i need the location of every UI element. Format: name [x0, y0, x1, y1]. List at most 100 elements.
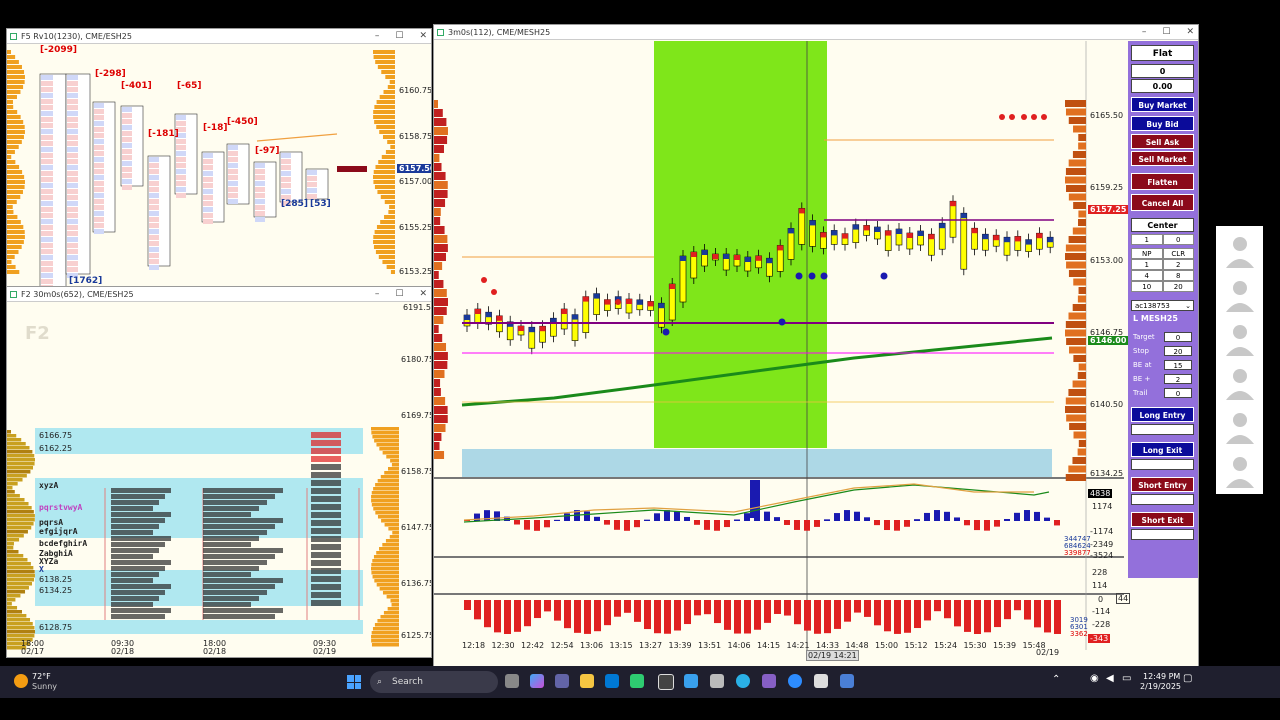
mail-icon[interactable] — [710, 674, 724, 688]
teams-icon[interactable] — [555, 674, 569, 688]
qty-preset-button[interactable]: 2 — [1162, 259, 1194, 270]
titlebar-top-left[interactable]: F5 Rv10(1230), CME/ESH25 – ☐ ✕ — [7, 29, 431, 44]
tpo-block — [111, 500, 159, 505]
participant-panel — [1216, 226, 1263, 494]
candle-cap — [971, 228, 978, 234]
maximize-icon[interactable]: ☐ — [395, 29, 403, 44]
photos-icon[interactable] — [630, 674, 644, 688]
titlebar-bottom-left[interactable]: F2 30m0s(652), CME/ESH25 – ☐ ✕ — [7, 287, 431, 302]
visual-studio-icon[interactable] — [762, 674, 776, 688]
notification-icon[interactable]: ▢ — [1183, 673, 1192, 684]
volume-profile-bar — [7, 446, 30, 450]
short-exit-select[interactable] — [1131, 529, 1194, 540]
task-view-icon[interactable] — [505, 674, 519, 688]
zoom-icon[interactable] — [788, 674, 802, 688]
short-entry-select[interactable] — [1131, 494, 1194, 505]
footprint-cell — [94, 163, 104, 168]
volume-profile-bar — [434, 172, 446, 180]
trading-app-icon[interactable] — [814, 674, 828, 688]
qty-preset-button[interactable]: 20 — [1162, 281, 1194, 292]
target-stepper[interactable]: 0 — [1164, 332, 1192, 342]
qty-preset-button[interactable]: 10 — [1131, 281, 1163, 292]
indicator-label: 228 — [1092, 568, 1108, 577]
qty-preset-button[interactable]: CLR — [1162, 248, 1194, 259]
close-icon[interactable]: ✕ — [419, 29, 427, 44]
tpo-block — [311, 536, 341, 542]
tpo-block — [311, 496, 341, 502]
ninja-app-icon[interactable] — [840, 674, 854, 688]
long-exit-button[interactable]: Long Exit — [1131, 442, 1194, 457]
sell-market-button[interactable]: Sell Market — [1131, 151, 1194, 166]
footprint-cell — [281, 153, 291, 158]
footprint-chart — [7, 50, 395, 286]
buy-bid-button[interactable]: Buy Bid — [1131, 116, 1194, 131]
clock-date[interactable]: 2/19/2025 — [1140, 682, 1181, 691]
avatar — [1226, 281, 1254, 312]
chatgpt-icon[interactable] — [658, 674, 674, 690]
battery-icon[interactable]: ▭ — [1122, 673, 1131, 684]
qty-spinner[interactable]: 1 — [1131, 234, 1163, 245]
long-entry-select[interactable] — [1131, 424, 1194, 435]
stop-label: Stop — [1133, 347, 1149, 355]
volume-profile-bar — [387, 85, 395, 89]
long-exit-select[interactable] — [1131, 459, 1194, 470]
weather-icon[interactable] — [14, 674, 28, 688]
qty-preset-button[interactable]: 1 — [1131, 259, 1163, 270]
volume-profile-bar — [7, 80, 25, 84]
footprint-cell — [149, 193, 159, 198]
qty-offset[interactable]: 0 — [1162, 234, 1194, 245]
close-icon[interactable]: ✕ — [1186, 25, 1194, 40]
delta-label: [-401] — [121, 81, 152, 91]
tpo-block — [203, 554, 275, 559]
trail-stepper[interactable]: 0 — [1164, 388, 1192, 398]
qty-preset-button[interactable]: NP — [1131, 248, 1163, 259]
maximize-icon[interactable]: ☐ — [395, 287, 403, 302]
avatar — [1226, 237, 1254, 268]
tpo-block — [203, 572, 251, 577]
buy-market-button[interactable]: Buy Market — [1131, 97, 1194, 112]
copilot-app-icon[interactable] — [684, 674, 698, 688]
wifi-icon[interactable]: ◉ — [1090, 673, 1099, 684]
search-input[interactable]: ⌕ Search — [370, 671, 498, 693]
volume-delta-bar — [654, 600, 661, 634]
minimize-icon[interactable]: – — [375, 287, 380, 302]
footprint-cell — [67, 207, 78, 212]
short-exit-button[interactable]: Short Exit — [1131, 512, 1194, 527]
footprint-cell — [203, 165, 213, 170]
be-plus-stepper[interactable]: 2 — [1164, 374, 1192, 384]
footprint-cell — [281, 183, 291, 188]
volume-profile-bar — [7, 478, 23, 482]
volume-icon[interactable]: ◀ — [1106, 673, 1114, 684]
titlebar-main[interactable]: 3m0s(112), CME/MESH25 – ☐ ✕ — [434, 25, 1198, 40]
chevron-up-icon[interactable]: ⌃ — [1052, 674, 1060, 685]
clock-time[interactable]: 12:49 PM — [1143, 672, 1180, 681]
sell-ask-button[interactable]: Sell Ask — [1131, 134, 1194, 149]
be-at-stepper[interactable]: 15 — [1164, 360, 1192, 370]
start-icon[interactable] — [347, 675, 361, 689]
maximize-icon[interactable]: ☐ — [1162, 25, 1170, 40]
minimize-icon[interactable]: – — [1142, 25, 1147, 40]
candle-cap — [669, 284, 676, 289]
signal-dot — [820, 272, 828, 280]
qty-preset-button[interactable]: 4 — [1131, 270, 1163, 281]
short-entry-button[interactable]: Short Entry — [1131, 477, 1194, 492]
volume-profile-bar — [1065, 176, 1086, 184]
volume-profile-bar — [379, 547, 399, 551]
edge-icon[interactable] — [736, 674, 750, 688]
price-chart — [434, 41, 1124, 650]
account-select[interactable]: ac138753 ⌄ — [1131, 300, 1194, 311]
flatten-button[interactable]: Flatten — [1131, 173, 1194, 190]
signal-dot — [795, 272, 803, 280]
close-icon[interactable]: ✕ — [419, 287, 427, 302]
footprint-cell — [41, 135, 53, 140]
qty-preset-button[interactable]: 8 — [1162, 270, 1194, 281]
long-entry-button[interactable]: Long Entry — [1131, 407, 1194, 422]
cancel-all-button[interactable]: Cancel All — [1131, 194, 1194, 211]
volume-profile-bar — [377, 65, 395, 69]
file-explorer-icon[interactable] — [580, 674, 594, 688]
minimize-icon[interactable]: – — [375, 29, 380, 44]
copilot-icon[interactable] — [530, 674, 544, 688]
stop-stepper[interactable]: 20 — [1164, 346, 1192, 356]
store-icon[interactable] — [605, 674, 619, 688]
center-button[interactable]: Center — [1131, 218, 1194, 232]
